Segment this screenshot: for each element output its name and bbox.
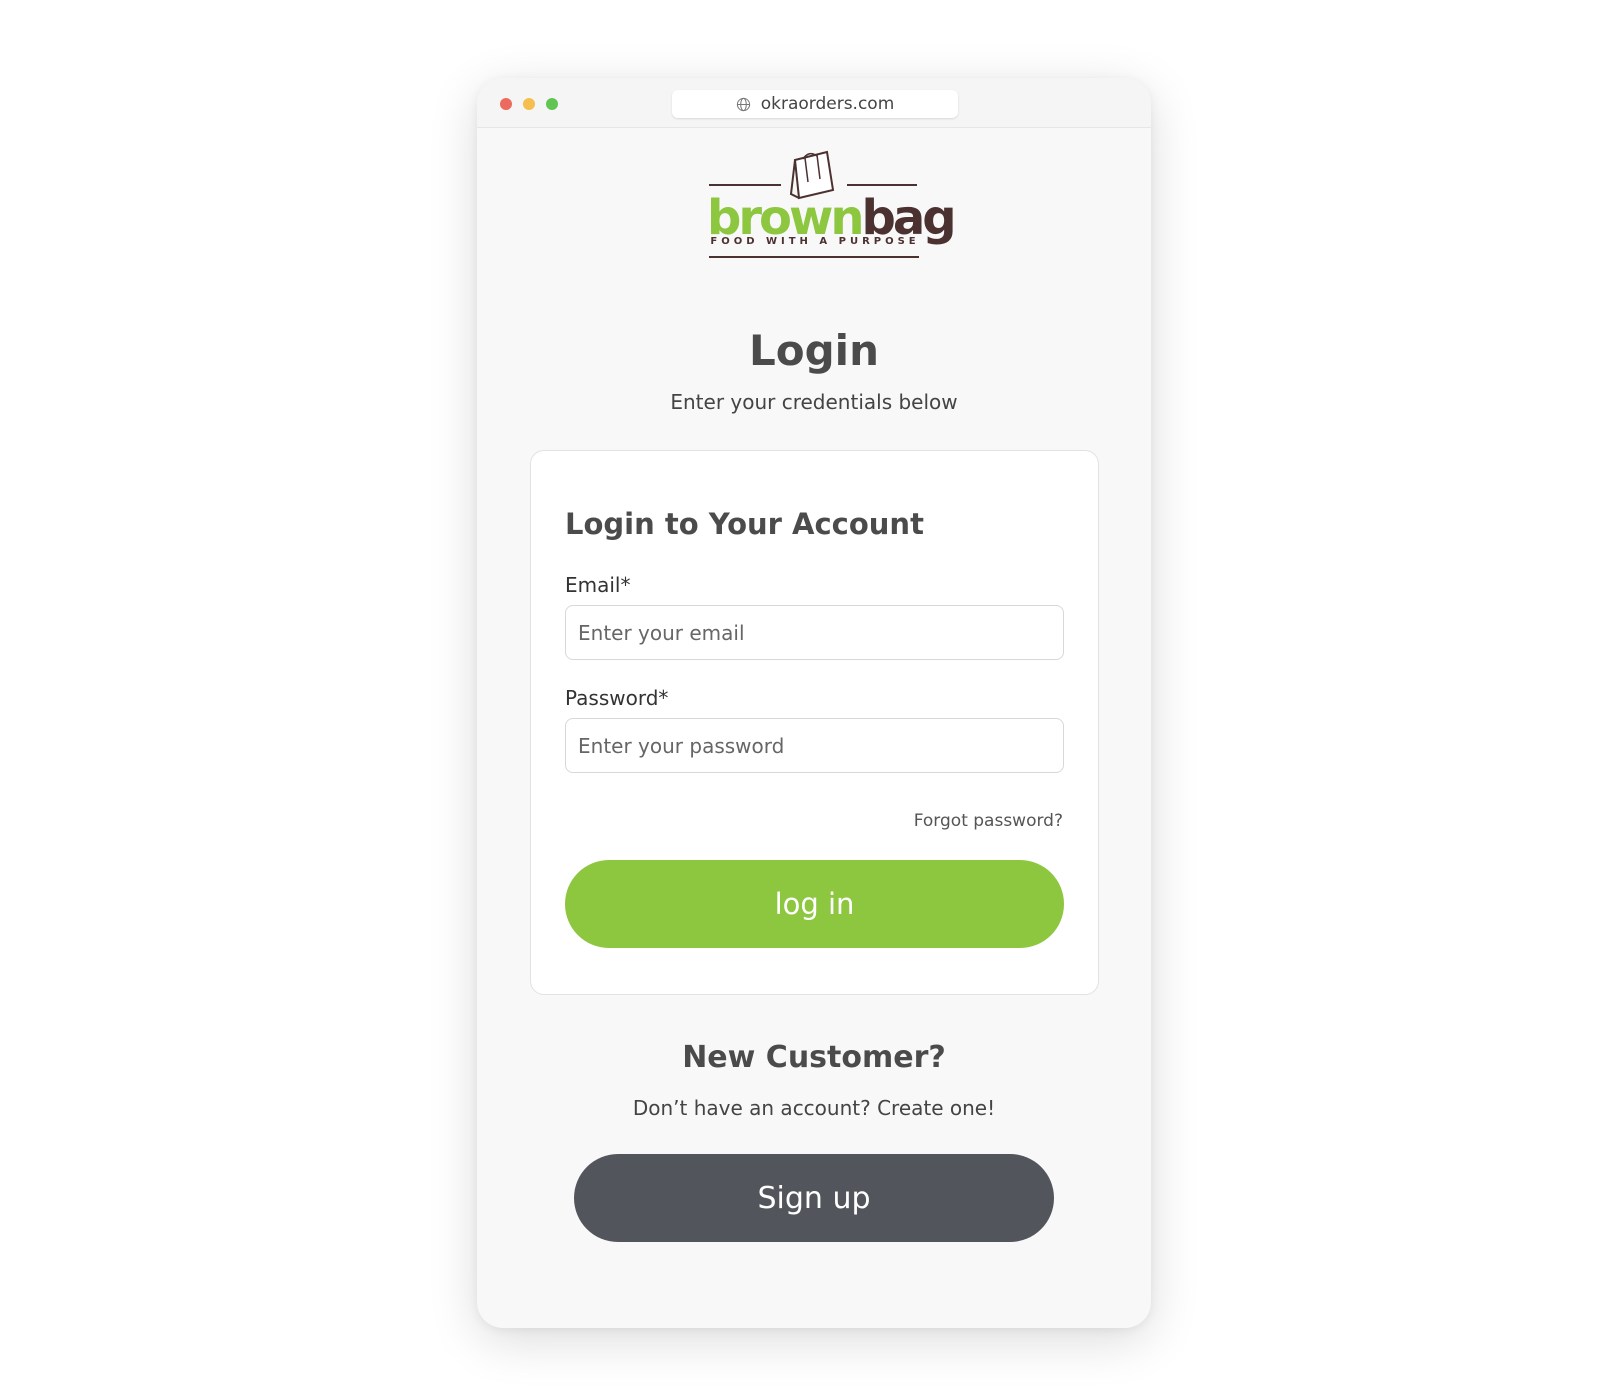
page-subtitle: Enter your credentials below bbox=[670, 390, 958, 414]
url-text: okraorders.com bbox=[760, 94, 895, 114]
login-card-title: Login to Your Account bbox=[565, 507, 924, 541]
address-bar[interactable]: okraorders.com bbox=[672, 90, 958, 118]
new-customer-title: New Customer? bbox=[682, 1040, 946, 1075]
minimize-window-button[interactable] bbox=[523, 98, 535, 110]
new-customer-text: Don’t have an account? Create one! bbox=[632, 1096, 996, 1120]
browser-window: okraorders.com brownbag FOOD WITH A PURP… bbox=[477, 78, 1151, 1328]
login-button[interactable]: log in bbox=[565, 860, 1064, 948]
brownbag-logo: brownbag FOOD WITH A PURPOSE bbox=[707, 148, 957, 268]
forgot-password-link[interactable]: Forgot password? bbox=[914, 811, 1063, 831]
email-label: Email* bbox=[565, 573, 631, 597]
browser-titlebar: okraorders.com bbox=[477, 78, 1151, 128]
close-window-button[interactable] bbox=[500, 98, 512, 110]
globe-icon bbox=[736, 97, 750, 111]
page-title: Login bbox=[749, 326, 879, 375]
logo-tagline: FOOD WITH A PURPOSE bbox=[710, 236, 920, 247]
login-card: Login to Your Account Email* Password* F… bbox=[530, 450, 1099, 995]
password-input[interactable] bbox=[565, 718, 1064, 773]
signup-button[interactable]: Sign up bbox=[574, 1154, 1054, 1242]
email-input[interactable] bbox=[565, 605, 1064, 660]
maximize-window-button[interactable] bbox=[546, 98, 558, 110]
password-label: Password* bbox=[565, 686, 669, 710]
